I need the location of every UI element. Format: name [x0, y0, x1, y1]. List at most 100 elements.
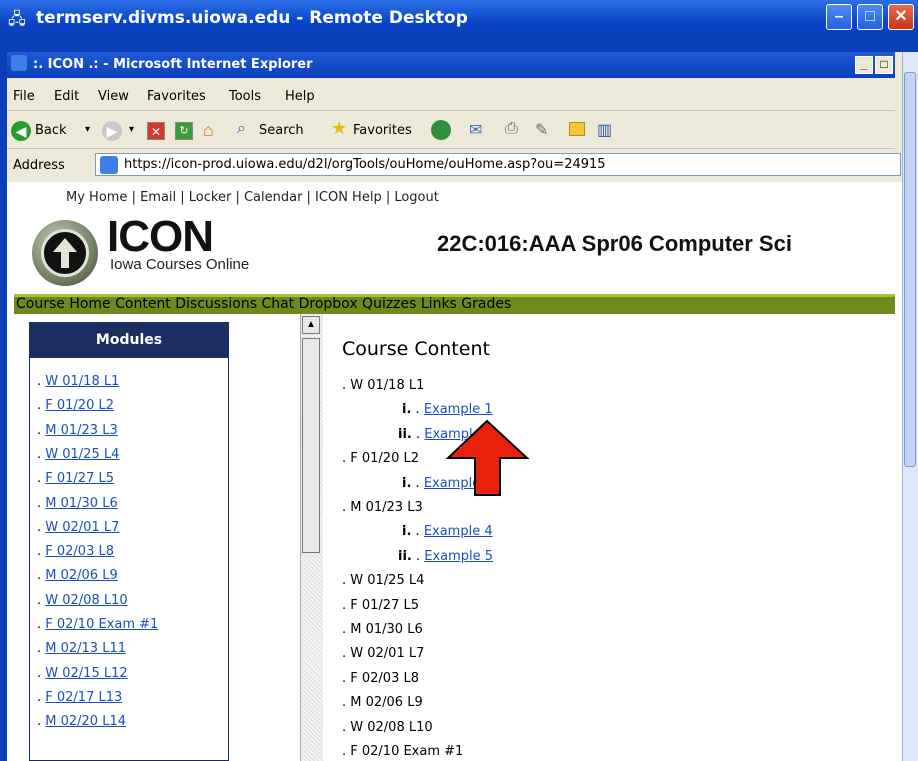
- module-link[interactable]: W 01/18 L1: [45, 374, 119, 389]
- content-module: . M 02/06 L9: [342, 695, 423, 711]
- ie-minimize-button[interactable]: _: [855, 56, 873, 74]
- chevron-down-icon[interactable]: ▾: [85, 124, 90, 135]
- menu-favorites[interactable]: Favorites: [147, 89, 206, 104]
- research-icon[interactable]: ▥: [597, 120, 612, 140]
- ie-icon: [11, 55, 27, 71]
- menu-edit[interactable]: Edit: [54, 89, 79, 104]
- topic-link[interactable]: Example 4: [424, 524, 493, 539]
- print-icon[interactable]: ⎙: [505, 120, 518, 138]
- back-arrow-icon[interactable]: ◀: [11, 121, 31, 141]
- chevron-down-icon[interactable]: ▾: [129, 124, 134, 135]
- topic-link[interactable]: Example 1: [424, 402, 493, 417]
- search-icon[interactable]: ⌕: [237, 120, 246, 138]
- module-item[interactable]: . W 01/25 L4: [37, 447, 119, 462]
- module-item[interactable]: . M 02/20 L14: [37, 714, 126, 729]
- edit-icon[interactable]: ✎: [535, 120, 548, 140]
- address-bar: Address https://icon-prod.uiowa.edu/d2l/…: [7, 150, 901, 180]
- module-link[interactable]: F 01/20 L2: [45, 398, 114, 413]
- module-item[interactable]: . F 02/17 L13: [37, 690, 122, 705]
- favorites-button[interactable]: Favorites: [353, 123, 412, 138]
- content-module-label: W 01/18 L1: [350, 378, 425, 393]
- refresh-icon[interactable]: ↻: [175, 122, 193, 140]
- content-module: . M 01/30 L6: [342, 622, 423, 637]
- module-link[interactable]: F 02/10 Exam #1: [45, 617, 158, 632]
- window-scroll-thumb[interactable]: [904, 72, 916, 467]
- module-link[interactable]: W 02/01 L7: [45, 520, 119, 535]
- module-item[interactable]: . W 02/08 L10: [37, 593, 128, 608]
- module-link[interactable]: M 01/30 L6: [45, 496, 117, 511]
- folder-icon[interactable]: [569, 122, 585, 136]
- top-links[interactable]: My Home | Email | Locker | Calendar | IC…: [66, 190, 439, 205]
- module-item[interactable]: . W 02/15 L12: [37, 666, 128, 681]
- back-button[interactable]: Back: [35, 123, 67, 138]
- history-icon[interactable]: [431, 120, 451, 140]
- menu-help[interactable]: Help: [285, 89, 315, 104]
- stop-icon[interactable]: ✕: [147, 122, 165, 140]
- search-button[interactable]: Search: [259, 123, 304, 138]
- module-link[interactable]: W 02/08 L10: [45, 593, 127, 608]
- module-item[interactable]: . M 02/13 L11: [37, 641, 126, 656]
- logo-subtitle: Iowa Courses Online: [110, 256, 250, 273]
- content-title: Course Content: [342, 338, 490, 360]
- module-link[interactable]: F 02/17 L13: [45, 690, 122, 705]
- module-link[interactable]: M 01/23 L3: [45, 423, 117, 438]
- menu-bar: File Edit View Favorites Tools Help: [7, 84, 895, 111]
- content-topic[interactable]: i. . Example 1: [402, 402, 493, 417]
- content-module-label: W 02/08 L10: [350, 719, 433, 735]
- address-label: Address: [13, 158, 65, 173]
- topic-number: ii.: [398, 548, 412, 564]
- content-module: . W 01/18 L1: [342, 378, 425, 393]
- ie-restore-button[interactable]: □: [875, 56, 893, 74]
- home-icon[interactable]: ⌂: [203, 120, 214, 141]
- content-module-label: M 01/23 L3: [350, 500, 423, 515]
- content-module-label: M 01/30 L6: [350, 622, 423, 637]
- module-link[interactable]: M 02/13 L11: [45, 641, 126, 656]
- course-nav-links[interactable]: Course Home Content Discussions Chat Dro…: [16, 296, 511, 312]
- close-button[interactable]: ✕: [888, 4, 914, 30]
- star-icon[interactable]: ★: [331, 118, 347, 139]
- logo-title: ICON: [107, 212, 214, 261]
- topic-number: i.: [402, 524, 412, 540]
- module-item[interactable]: . F 01/20 L2: [37, 398, 114, 413]
- ie-title: :. ICON .: - Microsoft Internet Explorer: [33, 57, 313, 72]
- menu-tools[interactable]: Tools: [229, 89, 261, 104]
- content-topic[interactable]: ii. . Example 5: [398, 549, 493, 564]
- content-module-label: F 01/20 L2: [350, 451, 419, 467]
- page-icon: [100, 156, 118, 174]
- content-topic[interactable]: i. . Example 4: [402, 524, 493, 539]
- module-item[interactable]: . F 02/03 L8: [37, 544, 114, 559]
- content-module: . W 02/08 L10: [342, 719, 433, 735]
- content-module-label: F 02/10 Exam #1: [350, 744, 464, 759]
- scroll-up-button[interactable]: ▲: [302, 316, 320, 334]
- content-module: . F 01/20 L2: [342, 451, 419, 467]
- content-module: . M 01/23 L3: [342, 500, 423, 515]
- minimize-button[interactable]: –: [826, 4, 852, 30]
- module-link[interactable]: W 02/15 L12: [45, 666, 127, 681]
- topic-link[interactable]: Example 5: [424, 549, 493, 564]
- module-item[interactable]: . W 02/01 L7: [37, 520, 119, 535]
- module-link[interactable]: F 02/03 L8: [45, 544, 114, 559]
- course-title: 22C:016:AAA Spr06 Computer Sci: [437, 231, 792, 256]
- module-item[interactable]: . M 01/30 L6: [37, 496, 118, 511]
- logo-arrow-icon: [41, 229, 89, 277]
- module-item[interactable]: . F 01/27 L5: [37, 471, 114, 486]
- content-module-label: F 01/27 L5: [350, 597, 419, 613]
- maximize-button[interactable]: □: [857, 4, 883, 30]
- mail-icon[interactable]: ✉: [469, 120, 482, 140]
- content-module: . W 01/25 L4: [342, 573, 425, 589]
- content-module-label: W 02/01 L7: [350, 646, 425, 662]
- module-item[interactable]: . F 02/10 Exam #1: [37, 617, 158, 632]
- module-item[interactable]: . M 01/23 L3: [37, 423, 118, 438]
- address-input[interactable]: https://icon-prod.uiowa.edu/d2l/orgTools…: [95, 153, 901, 176]
- module-link[interactable]: M 02/20 L14: [45, 714, 126, 729]
- scroll-thumb[interactable]: [302, 338, 320, 553]
- forward-arrow-icon[interactable]: ▶: [102, 121, 122, 141]
- module-link[interactable]: W 01/25 L4: [45, 447, 119, 462]
- remote-desktop-title: termserv.divms.uiowa.edu - Remote Deskto…: [36, 8, 468, 28]
- module-link[interactable]: F 01/27 L5: [45, 471, 114, 486]
- menu-view[interactable]: View: [98, 89, 129, 104]
- module-item[interactable]: . M 02/06 L9: [37, 568, 118, 583]
- module-link[interactable]: M 02/06 L9: [45, 568, 117, 583]
- menu-file[interactable]: File: [13, 89, 35, 104]
- module-item[interactable]: . W 01/18 L1: [37, 374, 119, 389]
